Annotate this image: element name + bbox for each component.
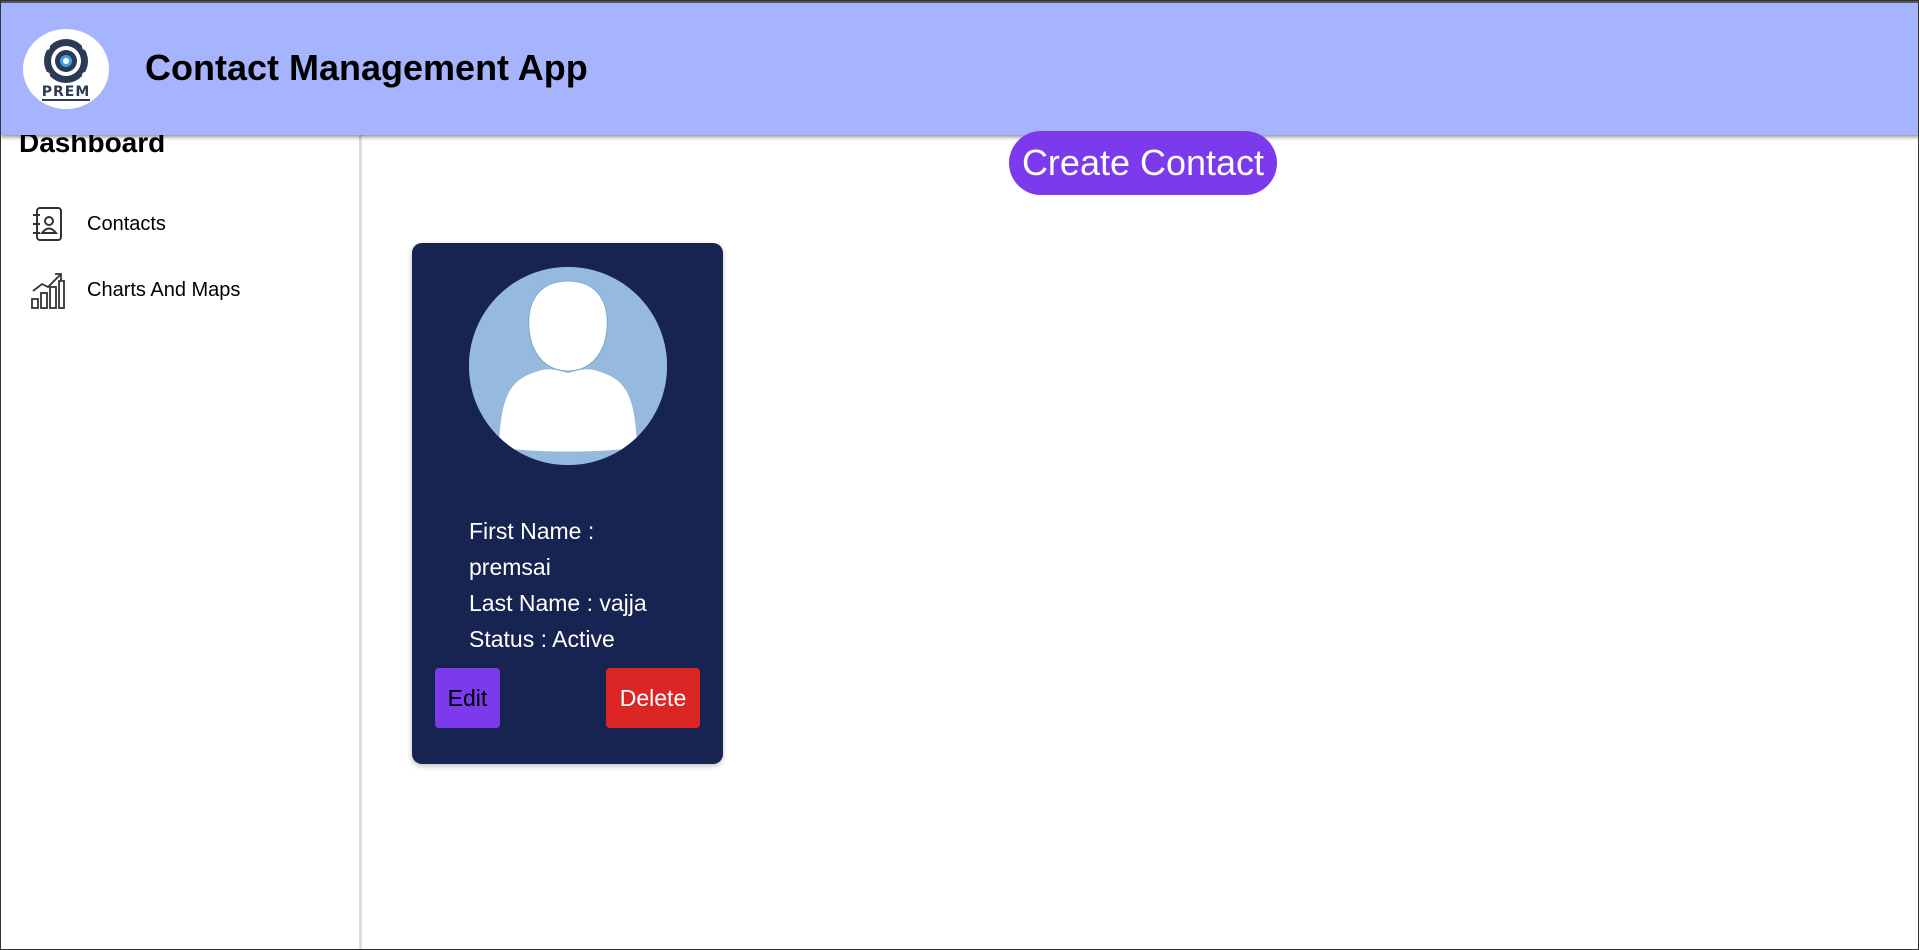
sidebar-item-contacts[interactable]: Contacts <box>29 205 166 243</box>
logo: PREM <box>23 29 109 109</box>
contact-card: First Name : premsai Last Name : vajja S… <box>412 243 723 764</box>
sidebar-item-label: Charts And Maps <box>87 278 241 301</box>
user-silhouette-icon <box>469 267 667 465</box>
logo-text: PREM <box>41 84 91 101</box>
contact-details: First Name : premsai Last Name : vajja S… <box>469 513 669 657</box>
contacts-book-icon <box>29 205 67 243</box>
create-contact-button[interactable]: Create Contact <box>1009 131 1277 195</box>
logo-emblem-icon <box>44 39 88 83</box>
avatar <box>469 267 667 465</box>
sidebar-item-charts-and-maps[interactable]: Charts And Maps <box>29 271 240 309</box>
sidebar-item-label: Contacts <box>87 212 166 235</box>
sidebar: Dashboard Contacts Charts And Maps <box>1 127 362 949</box>
app-title: Contact Management App <box>145 47 588 88</box>
main-content: Create Contact First Name : premsai Last… <box>365 131 1918 949</box>
edit-button[interactable]: Edit <box>435 668 500 728</box>
bar-chart-trend-icon <box>29 271 67 309</box>
app-header: PREM Contact Management App <box>1 1 1918 135</box>
last-name-text: Last Name : vajja <box>469 590 647 616</box>
status-text: Status : Active <box>469 626 615 652</box>
first-name-text: First Name : premsai <box>469 518 595 580</box>
app-window: PREM Contact Management App Dashboard Co… <box>0 0 1919 950</box>
delete-button[interactable]: Delete <box>606 668 700 728</box>
